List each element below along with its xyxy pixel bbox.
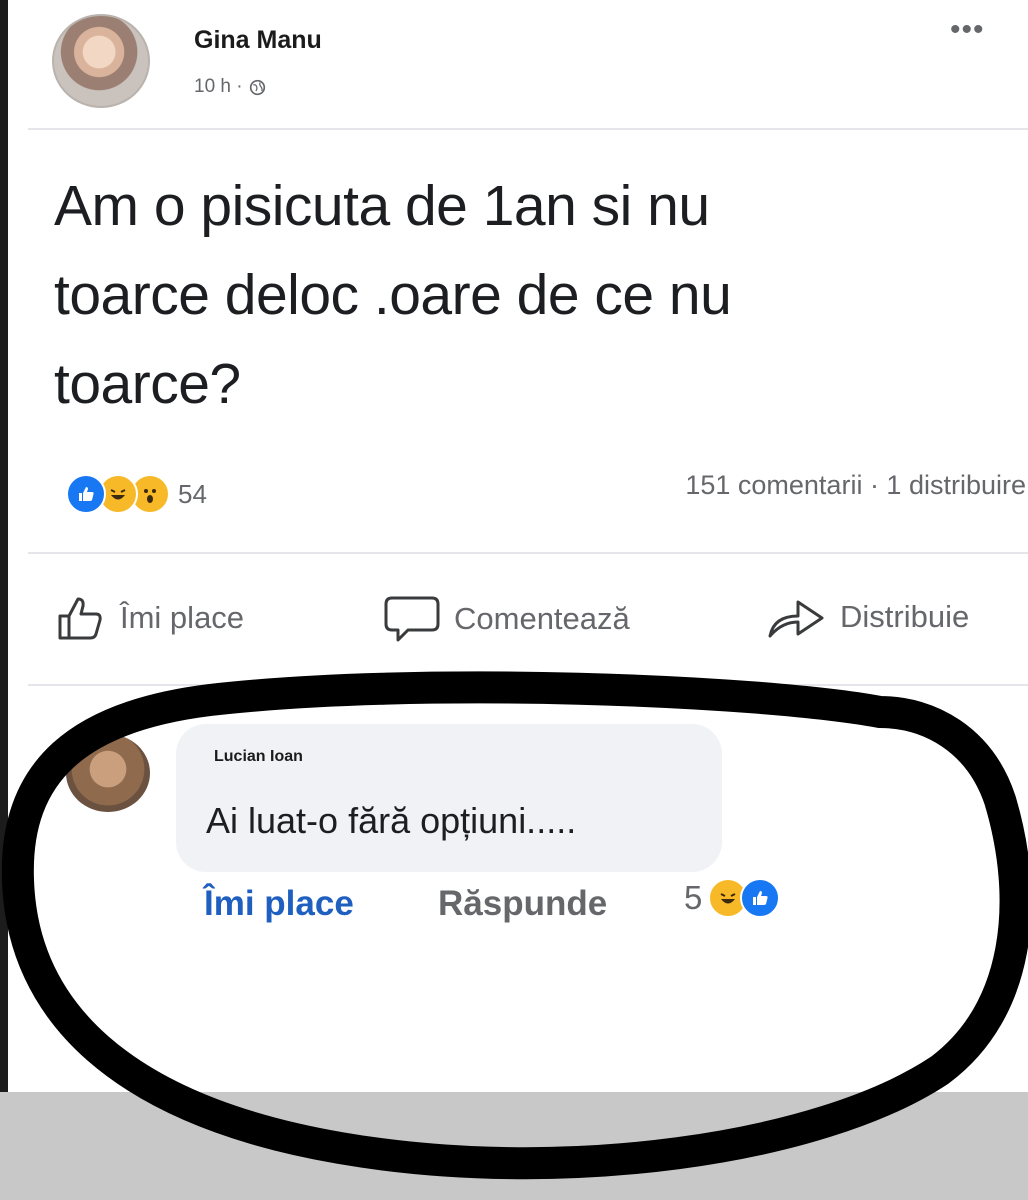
comment-button-label: Comentează <box>454 601 630 636</box>
share-button[interactable]: Distribuie <box>766 594 969 640</box>
thumbs-up-icon <box>58 597 102 640</box>
comments-shares-stats[interactable]: 151 comentarii · 1 distribuire <box>685 470 1026 501</box>
post-text-line: Am o pisicuta de 1an si nu <box>54 174 710 238</box>
commenter-avatar[interactable] <box>66 734 150 812</box>
post-text-line: toarce? <box>54 352 241 416</box>
globe-icon <box>249 79 265 95</box>
comment-reaction-count: 5 <box>684 879 703 916</box>
post-text: Am o pisicuta de 1an si nu toarce deloc … <box>54 162 954 429</box>
reactions-summary[interactable]: 54 <box>66 474 207 514</box>
comment-bubble-icon <box>384 596 440 642</box>
stats-divider <box>28 552 1028 554</box>
share-arrow-icon <box>768 600 824 638</box>
bottom-bar <box>0 1092 1028 1200</box>
commenter-name[interactable]: Lucian Ioan <box>214 748 303 766</box>
comment-reply-button[interactable]: Răspunde <box>438 884 607 924</box>
poster-name[interactable]: Gina Manu <box>194 26 322 55</box>
header-divider <box>28 128 1028 130</box>
comment-button[interactable]: Comentează <box>384 594 630 644</box>
share-button-label: Distribuie <box>840 599 970 634</box>
comment-reactions[interactable]: 5 <box>684 878 781 918</box>
post-meta: 10 h · <box>194 76 266 98</box>
left-border <box>0 0 8 1092</box>
poster-avatar[interactable] <box>52 14 150 108</box>
like-button-label: Îmi place <box>120 600 245 635</box>
actions-divider <box>28 684 1028 686</box>
like-reaction-icon <box>66 474 106 514</box>
post-text-line: toarce deloc .oare de ce nu <box>54 263 732 327</box>
comment-text: Ai luat-o fără opțiuni..... <box>206 800 577 841</box>
more-options-icon[interactable]: ••• <box>950 15 1002 45</box>
like-button[interactable]: Îmi place <box>56 594 244 642</box>
comment-bubble <box>176 724 722 872</box>
comment-like-button[interactable]: Îmi place <box>204 884 354 924</box>
reaction-count: 54 <box>178 478 207 509</box>
like-reaction-icon <box>740 878 781 918</box>
post-time[interactable]: 10 h · <box>194 76 243 98</box>
